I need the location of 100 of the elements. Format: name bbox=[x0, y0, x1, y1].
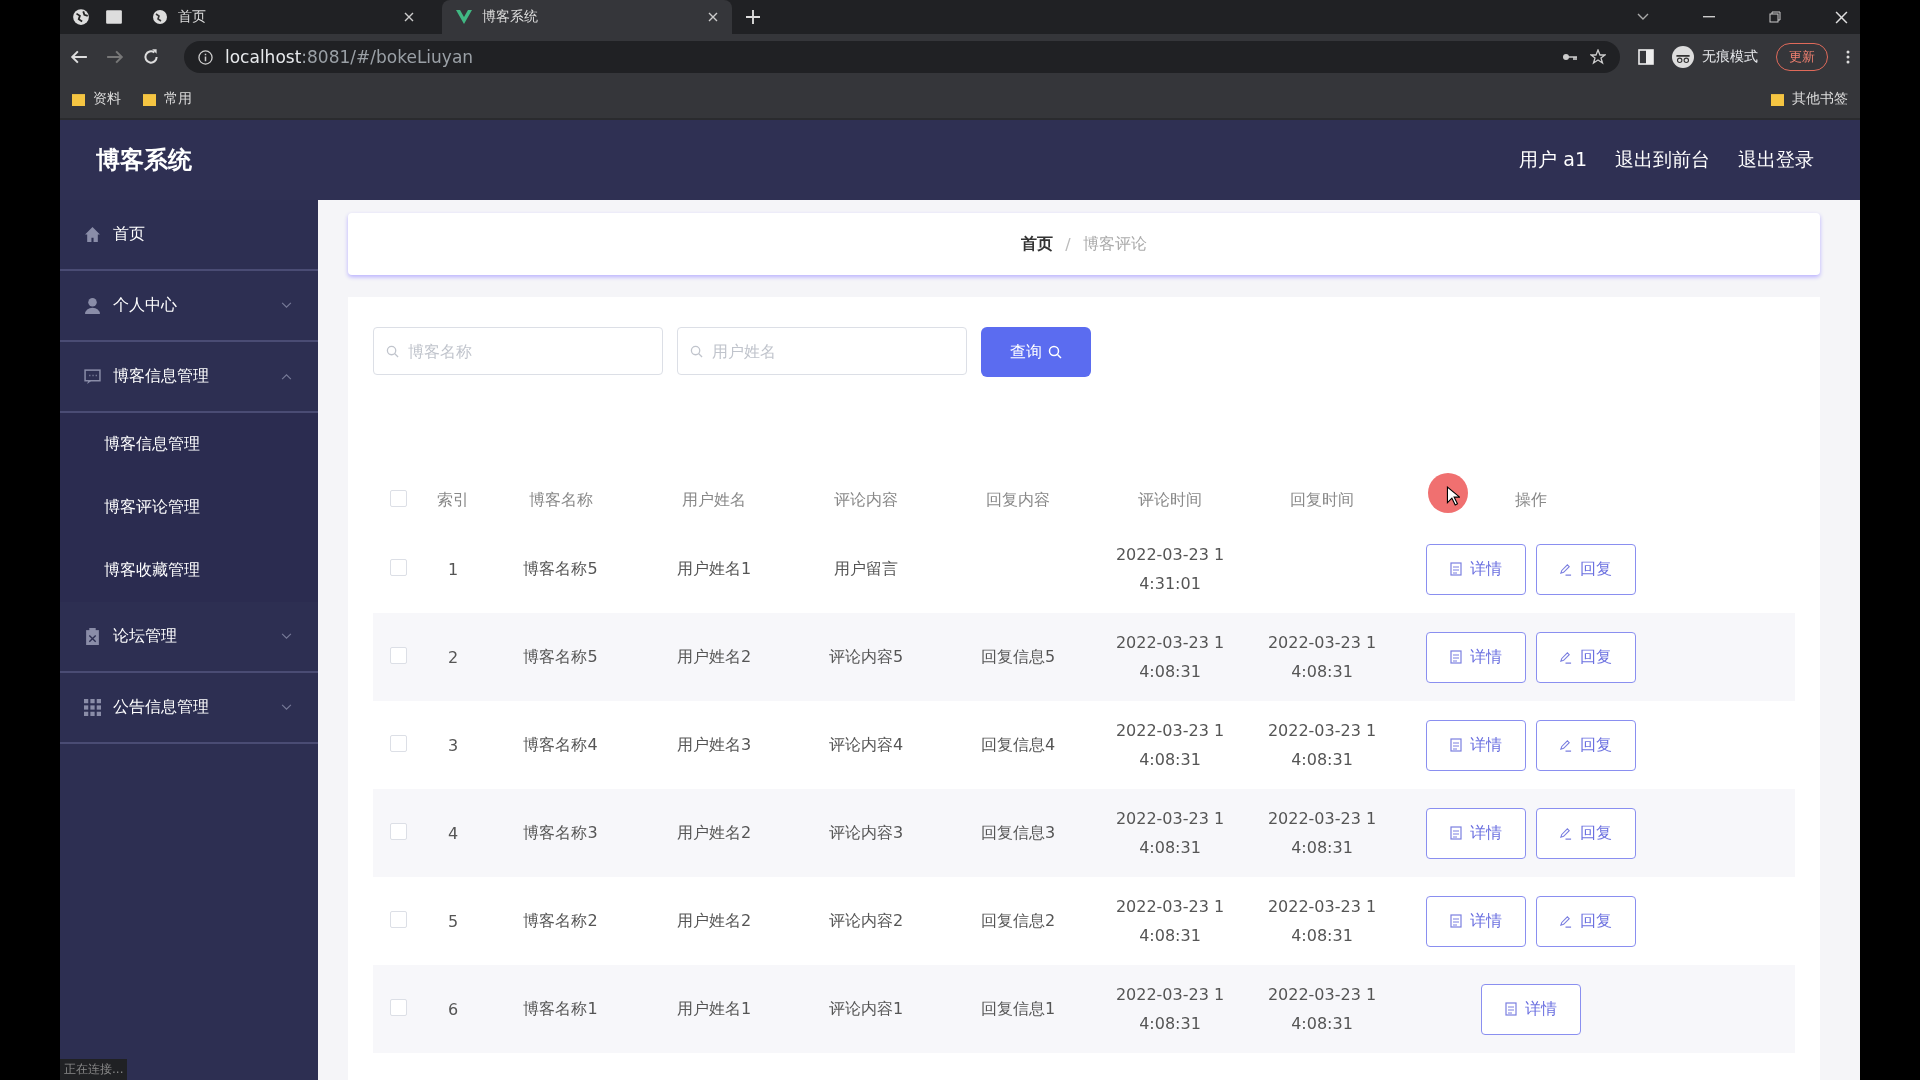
browser-tab[interactable]: 博客系统 bbox=[442, 0, 732, 34]
checkbox[interactable] bbox=[389, 489, 407, 507]
search-icon bbox=[690, 345, 703, 358]
column-header: 用户姓名 bbox=[682, 489, 746, 509]
close-icon[interactable] bbox=[404, 12, 414, 22]
table-cell-text: 2022-03-23 1 4:08:31 bbox=[1267, 720, 1377, 771]
back-icon[interactable] bbox=[70, 48, 88, 66]
close-icon[interactable] bbox=[708, 12, 718, 22]
folder-icon bbox=[72, 92, 85, 106]
checkbox[interactable] bbox=[389, 646, 407, 664]
document-icon bbox=[1449, 650, 1462, 664]
minimize-icon[interactable] bbox=[1703, 16, 1715, 18]
table-cell-text: 2022-03-23 1 4:08:31 bbox=[1115, 984, 1225, 1035]
table-cell: 2 bbox=[447, 647, 459, 667]
info-icon bbox=[198, 49, 213, 65]
checkbox[interactable] bbox=[389, 998, 407, 1016]
status-text: 正在连接... bbox=[60, 1059, 128, 1080]
more-icon[interactable] bbox=[1846, 50, 1850, 64]
details-button[interactable]: 详情 bbox=[1425, 543, 1526, 595]
table-cell: 博客名称2 bbox=[523, 910, 598, 930]
details-button[interactable]: 详情 bbox=[1425, 631, 1526, 683]
header-link[interactable]: 用户 a1 bbox=[1519, 147, 1587, 173]
table-cell-text: 2022-03-23 1 4:08:31 bbox=[1115, 808, 1225, 859]
chevron-down-icon[interactable] bbox=[1637, 13, 1649, 21]
table-cell: 回复信息4 bbox=[980, 734, 1056, 754]
sidebar-toggle-icon[interactable] bbox=[1638, 49, 1654, 65]
table-cell: 评论内容2 bbox=[828, 910, 904, 930]
table-cell: 用户留言 bbox=[834, 558, 898, 578]
column-header: 回复时间 bbox=[1290, 489, 1354, 509]
reply-button[interactable]: 回复 bbox=[1535, 807, 1636, 859]
window-icon[interactable] bbox=[104, 8, 124, 26]
table-cell: 评论内容4 bbox=[828, 734, 904, 754]
chevron-down-icon bbox=[281, 302, 292, 309]
reply-button[interactable]: 回复 bbox=[1535, 895, 1636, 947]
chevron-down-icon bbox=[281, 633, 292, 640]
breadcrumb-separator: / bbox=[1065, 234, 1071, 254]
restore-icon[interactable] bbox=[1769, 11, 1781, 23]
breadcrumb-item[interactable]: 首页 bbox=[1021, 233, 1054, 255]
details-button[interactable]: 详情 bbox=[1425, 807, 1526, 859]
reply-button[interactable]: 回复 bbox=[1535, 719, 1636, 771]
home-icon bbox=[84, 226, 101, 243]
plus-icon[interactable] bbox=[746, 10, 760, 24]
address-field[interactable]: localhost:8081/#/bokeLiuyan bbox=[184, 41, 1620, 73]
table-cell: 回复信息1 bbox=[980, 998, 1056, 1018]
table-cell: 5 bbox=[447, 911, 459, 931]
column-header: 回复内容 bbox=[986, 489, 1050, 509]
table-cell: 回复信息3 bbox=[980, 822, 1056, 842]
table-cell: 3 bbox=[447, 735, 459, 755]
details-button[interactable]: 详情 bbox=[1480, 983, 1581, 1035]
bookmark[interactable]: 其他书签 bbox=[1771, 90, 1848, 108]
table-cell-text: 2022-03-23 1 4:08:31 bbox=[1115, 632, 1225, 683]
bookmark[interactable]: 资料 bbox=[72, 90, 121, 108]
details-button[interactable]: 详情 bbox=[1425, 719, 1526, 771]
checkbox[interactable] bbox=[389, 822, 407, 840]
document-icon bbox=[1449, 738, 1462, 752]
checkbox[interactable] bbox=[389, 558, 407, 576]
document-icon bbox=[1504, 1002, 1517, 1016]
pencil-icon bbox=[1559, 562, 1572, 576]
star-icon[interactable] bbox=[1590, 49, 1606, 65]
table-cell-text: 2022-03-23 1 4:08:31 bbox=[1115, 720, 1225, 771]
pointer-icon bbox=[1446, 486, 1460, 506]
bookmark[interactable]: 常用 bbox=[143, 90, 192, 108]
chevron-up-icon bbox=[281, 373, 292, 380]
app-title: 博客系统 bbox=[96, 145, 192, 176]
table-cell: 博客名称5 bbox=[523, 646, 598, 666]
header-link[interactable]: 退出到前台 bbox=[1615, 147, 1710, 173]
table-cell-text: 2022-03-23 1 4:08:31 bbox=[1267, 984, 1377, 1035]
globe-icon[interactable] bbox=[72, 8, 90, 26]
search-field[interactable]: 用户姓名 bbox=[677, 327, 967, 375]
folder-icon bbox=[1771, 92, 1784, 106]
chevron-down-icon bbox=[281, 704, 292, 711]
column-header: 操作 bbox=[1514, 489, 1547, 509]
details-button[interactable]: 详情 bbox=[1425, 895, 1526, 947]
document-icon bbox=[1449, 914, 1462, 928]
search-icon bbox=[386, 345, 399, 358]
document-icon bbox=[1449, 826, 1462, 840]
checkbox[interactable] bbox=[389, 734, 407, 752]
table-cell: 博客名称4 bbox=[523, 734, 598, 754]
reply-button[interactable]: 回复 bbox=[1535, 631, 1636, 683]
header-link[interactable]: 退出登录 bbox=[1738, 147, 1814, 173]
column-header: 博客名称 bbox=[528, 489, 593, 509]
pencil-icon bbox=[1559, 914, 1572, 928]
browser-tab[interactable]: 首页 bbox=[138, 0, 428, 34]
checkbox[interactable] bbox=[389, 910, 407, 928]
column-header: 索引 bbox=[437, 489, 469, 509]
close-icon[interactable] bbox=[1835, 10, 1848, 24]
reply-button[interactable]: 回复 bbox=[1535, 543, 1636, 595]
pencil-icon bbox=[1559, 738, 1572, 752]
search-button[interactable]: 查询 bbox=[981, 327, 1091, 377]
search-field[interactable]: 博客名称 bbox=[373, 327, 663, 375]
key-icon[interactable] bbox=[1562, 52, 1578, 62]
clipboard-icon bbox=[84, 628, 101, 645]
table-cell: 回复信息5 bbox=[980, 646, 1056, 666]
forward-icon[interactable] bbox=[106, 48, 124, 66]
globe-icon bbox=[152, 9, 168, 25]
v-logo-icon bbox=[456, 10, 472, 24]
table-cell: 4 bbox=[447, 823, 459, 843]
reload-icon[interactable] bbox=[142, 48, 160, 66]
table-cell: 用户姓名2 bbox=[676, 822, 752, 842]
document-icon bbox=[1449, 562, 1462, 576]
